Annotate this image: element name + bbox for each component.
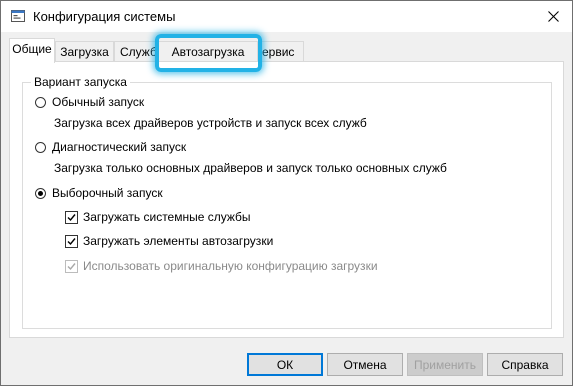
- radio-button[interactable]: [35, 96, 46, 108]
- tab-strip: Общие Загрузка Служб Автозагрузка ервис: [1, 32, 572, 63]
- startup-selection-group: Вариант запуска Обычный запуск Загрузка …: [22, 75, 552, 329]
- use-original-boot-config-checkbox: Использовать оригинальную конфигурацию з…: [65, 259, 378, 273]
- tab-label: Автозагрузка: [171, 45, 245, 59]
- checkbox-disabled: [65, 259, 78, 273]
- tab-label: Служб: [120, 45, 157, 59]
- window-title: Конфигурация системы: [33, 9, 176, 24]
- checkmark-icon: [67, 237, 76, 245]
- tab-tools[interactable]: ервис: [258, 41, 304, 61]
- selective-startup-label: Выборочный запуск: [52, 186, 163, 200]
- diagnostic-startup-label: Диагностический запуск: [52, 140, 187, 154]
- selective-startup-radio[interactable]: Выборочный запуск: [35, 186, 163, 200]
- normal-startup-description: Загрузка всех драйверов устройств и запу…: [54, 116, 367, 130]
- normal-startup-label: Обычный запуск: [52, 95, 145, 109]
- cancel-button[interactable]: Отмена: [327, 353, 403, 376]
- apply-button: Применить: [407, 353, 483, 376]
- system-config-window: Конфигурация системы Общие Загрузка Служ…: [0, 0, 573, 386]
- checkbox-label: Загружать элементы автозагрузки: [83, 234, 274, 248]
- tab-label: Общие: [12, 42, 52, 56]
- load-system-services-checkbox[interactable]: Загружать системные службы: [65, 210, 251, 224]
- close-icon: [548, 11, 559, 22]
- diagnostic-startup-radio[interactable]: Диагностический запуск: [35, 140, 186, 154]
- tab-services[interactable]: Служб: [114, 41, 158, 61]
- tab-boot[interactable]: Загрузка: [55, 41, 114, 61]
- msconfig-icon: [11, 10, 25, 22]
- checkbox-label: Загружать системные службы: [83, 210, 251, 224]
- help-button[interactable]: Справка: [487, 353, 563, 376]
- checkbox[interactable]: [65, 234, 78, 248]
- tab-label: ервис: [262, 45, 295, 59]
- tab-label: Загрузка: [60, 45, 109, 59]
- tab-startup[interactable]: Автозагрузка: [158, 41, 258, 61]
- radio-button[interactable]: [35, 141, 46, 153]
- general-tab-panel: Вариант запуска Обычный запуск Загрузка …: [9, 61, 564, 338]
- load-startup-items-checkbox[interactable]: Загружать элементы автозагрузки: [65, 234, 273, 248]
- ok-button[interactable]: ОК: [247, 353, 323, 376]
- checkbox[interactable]: [65, 210, 78, 224]
- diagnostic-startup-description: Загрузка только основных драйверов и зап…: [54, 161, 447, 175]
- group-label: Вариант запуска: [31, 75, 130, 89]
- close-button[interactable]: [535, 1, 572, 32]
- tab-general[interactable]: Общие: [9, 38, 55, 63]
- checkmark-icon: [67, 213, 76, 221]
- checkmark-icon: [67, 262, 76, 270]
- normal-startup-radio[interactable]: Обычный запуск: [35, 95, 144, 109]
- title-bar: Конфигурация системы: [1, 1, 572, 32]
- radio-button-selected[interactable]: [35, 187, 46, 199]
- checkbox-label: Использовать оригинальную конфигурацию з…: [83, 259, 378, 273]
